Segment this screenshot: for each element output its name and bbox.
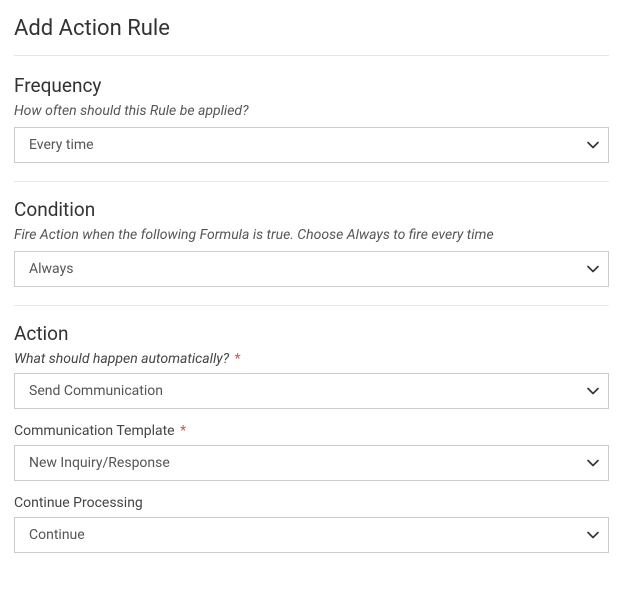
divider <box>14 181 609 182</box>
condition-select[interactable]: Always <box>14 251 609 287</box>
condition-section: Condition Fire Action when the following… <box>14 198 609 287</box>
frequency-select[interactable]: Every time <box>14 127 609 163</box>
divider <box>14 305 609 306</box>
communication-template-label: Communication Template * <box>14 423 609 439</box>
action-heading: Action <box>14 322 609 345</box>
action-type-label: What should happen automatically? * <box>14 351 609 367</box>
communication-template-select[interactable]: New Inquiry/Response <box>14 445 609 481</box>
action-section: Action What should happen automatically?… <box>14 322 609 553</box>
action-type-label-text: What should happen automatically? <box>14 351 229 367</box>
action-type-select-wrap: Send Communication <box>14 373 609 409</box>
continue-processing-select[interactable]: Continue <box>14 517 609 553</box>
action-type-select[interactable]: Send Communication <box>14 373 609 409</box>
required-asterisk: * <box>180 423 186 439</box>
frequency-help-text: How often should this Rule be applied? <box>14 103 609 119</box>
communication-template-label-text: Communication Template <box>14 423 175 439</box>
condition-heading: Condition <box>14 198 609 221</box>
frequency-section: Frequency How often should this Rule be … <box>14 74 609 163</box>
required-asterisk: * <box>235 351 241 367</box>
frequency-select-wrap: Every time <box>14 127 609 163</box>
communication-template-select-wrap: New Inquiry/Response <box>14 445 609 481</box>
continue-processing-label: Continue Processing <box>14 495 609 511</box>
frequency-heading: Frequency <box>14 74 609 97</box>
page-title: Add Action Rule <box>14 16 609 56</box>
condition-select-wrap: Always <box>14 251 609 287</box>
continue-processing-select-wrap: Continue <box>14 517 609 553</box>
condition-help-text: Fire Action when the following Formula i… <box>14 227 609 243</box>
